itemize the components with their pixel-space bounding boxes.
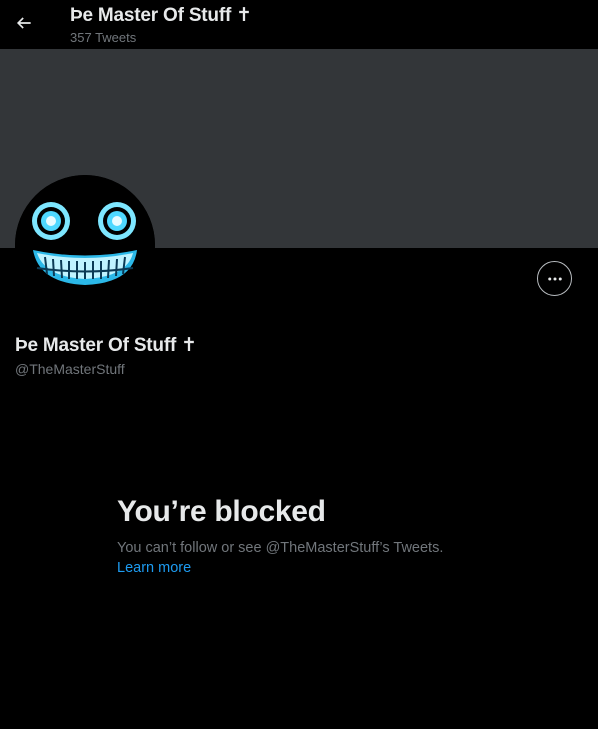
top-header: Þe Master Of Stuff ✝ 357 Tweets (0, 0, 598, 49)
learn-more-link[interactable]: Learn more (117, 560, 191, 576)
profile-page: Þe Master Of Stuff ✝ 357 Tweets Þe Maste… (0, 0, 598, 729)
more-horizontal-icon (547, 277, 562, 280)
blocked-message: You can’t follow or see @TheMasterStuff’… (117, 540, 444, 556)
avatar[interactable] (15, 175, 155, 315)
grinning-face-icon (15, 175, 155, 315)
profile-handle: @TheMasterStuff (15, 361, 125, 377)
arrow-left-icon (16, 17, 31, 29)
back-button[interactable] (9, 8, 39, 38)
profile-display-name: Þe Master Of Stuff ✝ (15, 335, 197, 356)
header-title: Þe Master Of Stuff ✝ (70, 5, 252, 26)
blocked-title: You’re blocked (117, 495, 326, 528)
tweet-count: 357 Tweets (70, 30, 137, 45)
more-options-button[interactable] (537, 261, 572, 296)
